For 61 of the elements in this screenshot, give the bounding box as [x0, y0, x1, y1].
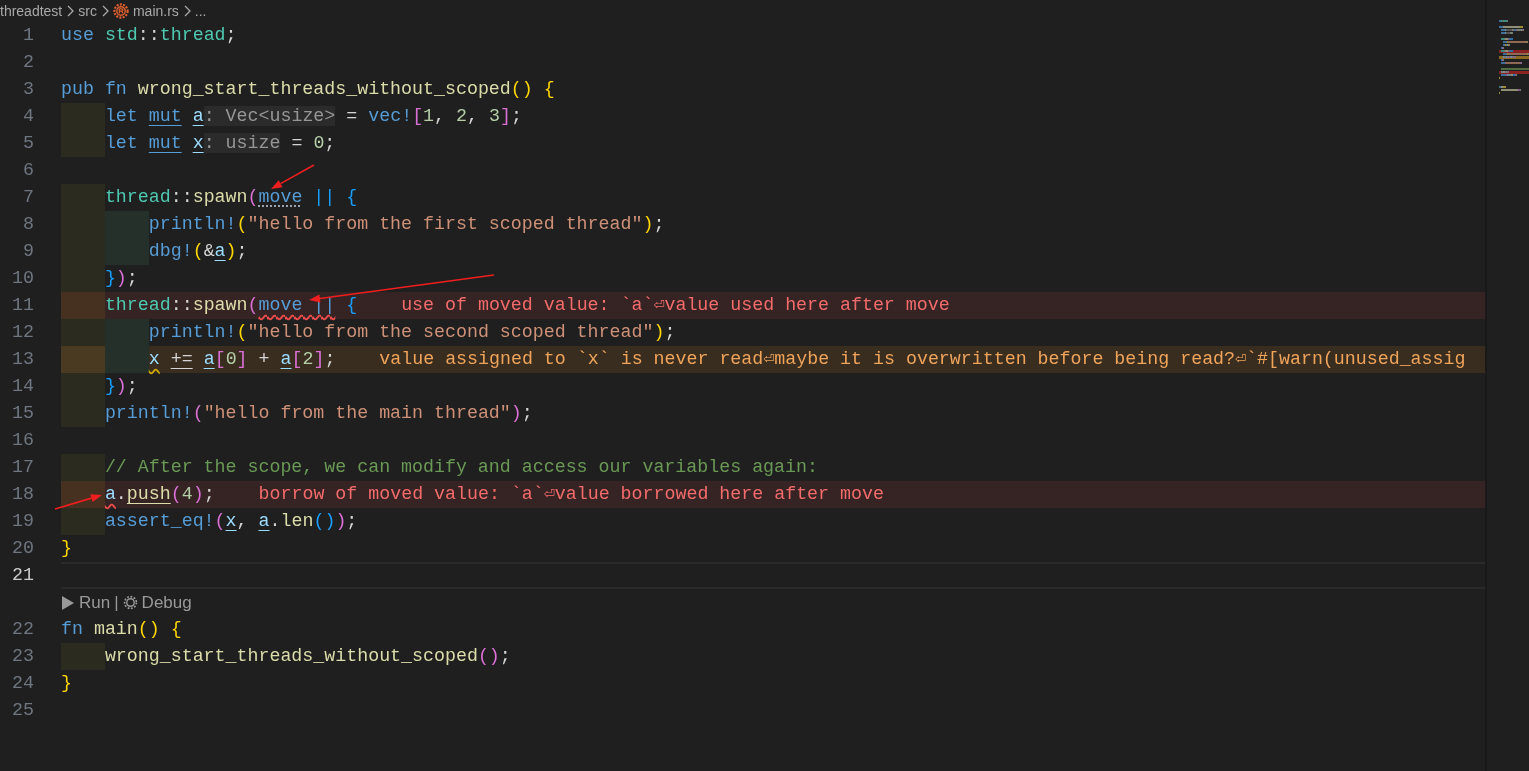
- line-number: 22: [11, 618, 35, 641]
- minimap[interactable]: [1485, 0, 1529, 771]
- line-number: 23: [11, 645, 35, 668]
- line-number: 19: [11, 510, 35, 533]
- line-number: 17: [11, 456, 35, 479]
- line-number: 16: [11, 429, 35, 452]
- line-number: 13: [11, 348, 35, 371]
- line-number: 6: [22, 159, 35, 182]
- line-number: 15: [11, 402, 35, 425]
- separator: |: [114, 592, 119, 614]
- line-number: 8: [22, 213, 35, 236]
- code-line: x += a[0] + a[2];: [148, 348, 336, 371]
- line-number: 7: [22, 186, 35, 209]
- code-line: let mut a: Vec<usize> = vec![1, 2, 3];: [104, 105, 522, 128]
- chevron-icon: [182, 5, 191, 17]
- code-line: pub fn wrong_start_threads_without_scoped() {: [61, 78, 555, 101]
- error-message: use of moved value: `a`⏎value used here after move: [401, 294, 950, 317]
- code-line: assert_eq!(x, a.len());: [104, 510, 358, 533]
- gear-icon: [112, 3, 129, 19]
- code-line: println!("hello from the main thread");: [104, 402, 533, 425]
- breadcrumb-item[interactable]: main.rs: [132, 0, 179, 22]
- line-number: 21: [11, 564, 35, 587]
- breadcrumb-item[interactable]: ...: [194, 0, 207, 22]
- warning-message: value assigned to `x` is never read⏎maybe it is overwritten before being read?⏎`#[warn(unused_assig: [379, 348, 1466, 371]
- chevron-icon: [66, 5, 75, 17]
- code-line: });: [104, 375, 138, 398]
- line-number: 12: [11, 321, 35, 344]
- chevron-icon: [100, 5, 109, 17]
- error-message: borrow of moved value: `a`⏎value borrowed here after move: [258, 483, 884, 506]
- line-number: 18: [11, 483, 35, 506]
- code-line: dbg!(&a);: [148, 240, 248, 263]
- code-line: }: [61, 672, 72, 695]
- code-line: }: [61, 537, 72, 560]
- breadcrumb-item[interactable]: threadtest: [0, 0, 63, 22]
- code-line: // After the scope, we can modify and access our variables again:: [104, 456, 818, 479]
- line-number: 24: [11, 672, 35, 695]
- code-line: });: [104, 267, 138, 290]
- line-number: 25: [11, 699, 35, 722]
- code-line: println!("hello from the second scoped thread");: [148, 321, 676, 344]
- debug-link[interactable]: Debug: [122, 589, 192, 616]
- gear-icon: [122, 595, 138, 610]
- line-number: 1: [22, 24, 35, 47]
- line-number: 10: [11, 267, 35, 290]
- line-number: 9: [22, 240, 35, 263]
- code-line: thread::spawn(move || {: [104, 186, 358, 209]
- code-line: fn main() {: [61, 618, 182, 641]
- code-line: a.push(4);: [104, 483, 215, 506]
- line-number: 11: [11, 294, 35, 317]
- code-line: println!("hello from the first scoped thread");: [148, 213, 665, 236]
- play-icon: [61, 594, 75, 611]
- line-number: 2: [22, 51, 35, 74]
- breadcrumb-item[interactable]: src: [78, 0, 97, 22]
- line-number: 4: [22, 105, 35, 128]
- line-number: 14: [11, 375, 35, 398]
- line-number: 3: [22, 78, 35, 101]
- code-line: wrong_start_threads_without_scoped();: [104, 645, 511, 668]
- run-link[interactable]: Run: [61, 589, 111, 616]
- code-line: let mut x: usize = 0;: [104, 132, 336, 155]
- line-number: 20: [11, 537, 35, 560]
- code-line: use std::thread;: [61, 24, 237, 47]
- line-number: 5: [22, 132, 35, 155]
